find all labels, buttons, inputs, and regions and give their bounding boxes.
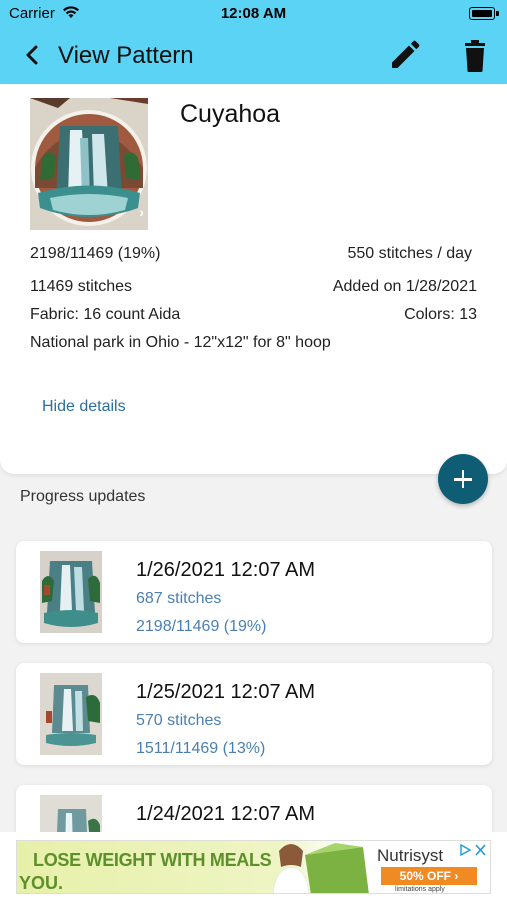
fabric-info: Fabric: 16 count Aida — [30, 306, 181, 323]
edit-button[interactable] — [386, 38, 422, 74]
ad-person-box-image — [272, 843, 369, 893]
ad-headline: LOSE WEIGHT WITH MEALS — [33, 850, 272, 870]
page-title: View Pattern — [58, 42, 194, 69]
ad-fine-print: limitations apply — [395, 886, 445, 893]
update-photo-image — [40, 551, 102, 633]
add-progress-button[interactable] — [438, 454, 488, 504]
pattern-image[interactable]: › — [30, 98, 148, 230]
update-photo[interactable] — [40, 673, 102, 755]
ad-headline-2: YOU. — [19, 873, 64, 893]
ad-banner-area: LOSE WEIGHT WITH MEALS YOU. Nutrisyst 50… — [0, 832, 507, 900]
pattern-description: National park in Ohio - 12"x12" for 8" h… — [30, 334, 331, 351]
added-date: Added on 1/28/2021 — [332, 278, 477, 295]
hide-details-button[interactable]: Hide details — [42, 398, 126, 416]
pattern-name: Cuyahoa — [180, 100, 281, 128]
update-date: 1/26/2021 12:07 AM — [136, 559, 316, 581]
battery-tip — [496, 11, 499, 16]
ad-close-icon[interactable] — [459, 843, 487, 857]
progress-update-item[interactable]: 1/25/2021 12:07 AM 570 stitches 1511/114… — [16, 663, 492, 765]
delete-button[interactable] — [457, 38, 493, 74]
pattern-details-card: › Cuyahoa 2198/11469 (19%) 550 stitches … — [0, 84, 507, 474]
top-bar: Carrier 12:08 AM View Pattern — [0, 0, 507, 84]
navigation-bar: View Pattern — [0, 28, 507, 84]
ad-banner[interactable]: LOSE WEIGHT WITH MEALS YOU. Nutrisyst 50… — [16, 840, 491, 894]
ad-offer-button[interactable]: 50% OFF › — [381, 867, 477, 885]
colors-count: Colors: 13 — [404, 306, 477, 323]
update-photo[interactable] — [40, 551, 102, 633]
stitches-per-day: 550 stitches / day — [347, 245, 472, 262]
update-date: 1/25/2021 12:07 AM — [136, 681, 316, 703]
battery-icon — [469, 7, 495, 20]
total-stitches: 11469 stitches — [30, 278, 132, 295]
ad-brand: Nutrisyst — [377, 846, 444, 865]
waterfall-embroidery-image — [30, 98, 148, 230]
back-button[interactable] — [20, 42, 46, 68]
status-bar: Carrier 12:08 AM — [0, 0, 507, 28]
update-progress: 2198/11469 (19%) — [136, 618, 267, 635]
update-stitches: 687 stitches — [136, 590, 222, 607]
update-progress: 1511/11469 (13%) — [136, 740, 266, 757]
clock: 12:08 AM — [220, 5, 287, 22]
pattern-progress: 2198/11469 (19%) — [30, 245, 161, 262]
progress-updates-heading: Progress updates — [20, 488, 146, 505]
update-date: 1/24/2021 12:07 AM — [136, 803, 316, 825]
image-chevron-icon: › — [139, 204, 144, 220]
update-photo-image — [40, 673, 102, 755]
progress-update-item[interactable]: 1/26/2021 12:07 AM 687 stitches 2198/114… — [16, 541, 492, 643]
update-stitches: 570 stitches — [136, 712, 222, 729]
